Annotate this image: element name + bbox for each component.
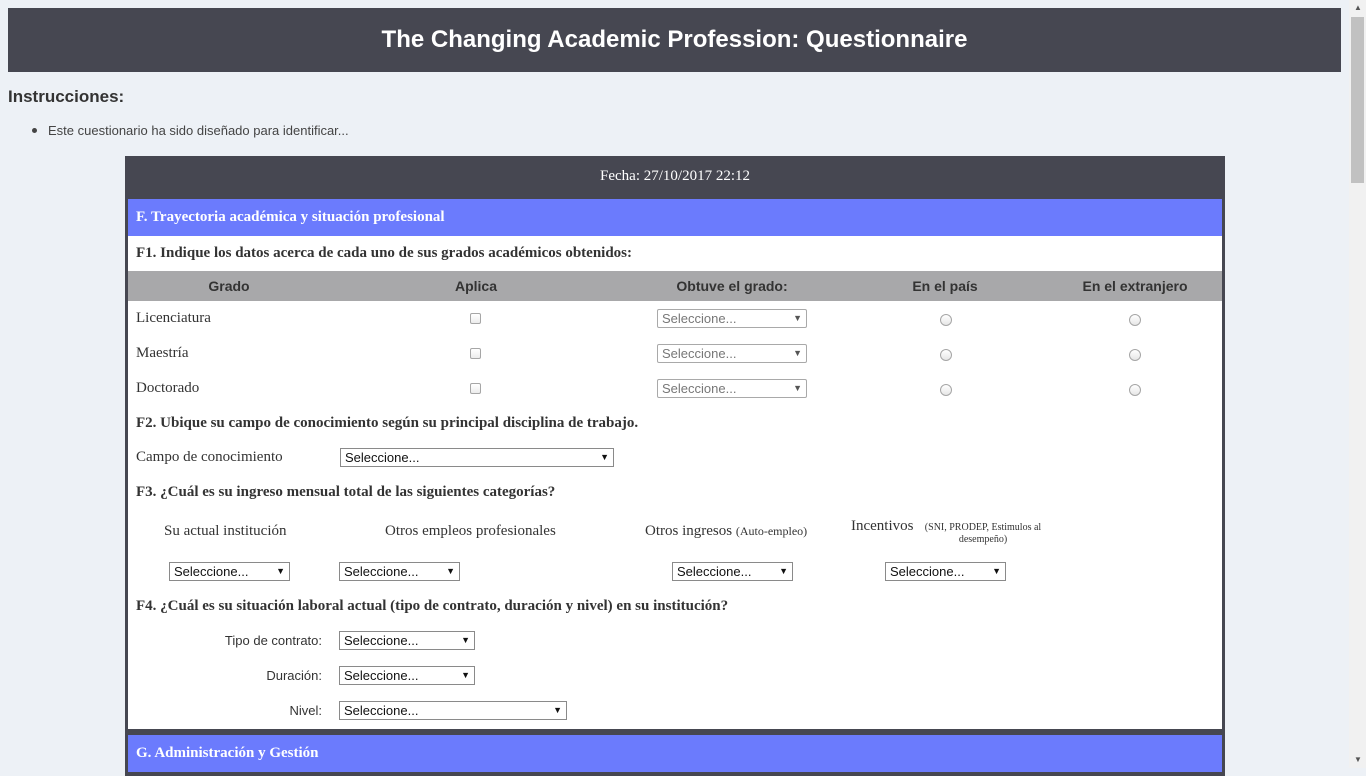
page-header: The Changing Academic Profession: Questi… [8, 8, 1341, 72]
f3-col-incentivos-note: (SNI, PRODEP, Estimulos al desempeño) [924, 522, 1042, 545]
chevron-down-icon: ▼ [461, 670, 470, 680]
chevron-down-icon: ▼ [461, 635, 470, 645]
question-f2: F2. Ubique su campo de conocimiento segú… [136, 415, 639, 431]
instructions-title: Instrucciones: [8, 87, 125, 106]
instructions-list: Este cuestionario ha sido diseñado para … [32, 123, 349, 138]
col-extranjero: En el extranjero [1082, 278, 1188, 294]
campo-label: Campo de conocimiento [136, 449, 283, 465]
scroll-up-icon[interactable]: ▲ [1354, 3, 1362, 12]
campo-select[interactable]: Seleccione... ▼ [340, 448, 614, 467]
obtuve-select-maestria[interactable]: Seleccione... ▼ [657, 344, 807, 363]
row-label-licenciatura: Licenciatura [136, 310, 211, 326]
form-date: Fecha: 27/10/2017 22:12 [600, 167, 750, 184]
section-f-header: F. Trayectoria académica y situación pro… [128, 199, 1222, 236]
pais-radio-licenciatura[interactable] [940, 314, 952, 326]
nivel-select[interactable]: Seleccione... ▼ [339, 701, 567, 720]
col-pais: En el país [912, 278, 978, 294]
col-obtuve: Obtuve el grado: [676, 278, 788, 294]
section-g-header: G. Administración y Gestión [128, 735, 1222, 772]
aplica-checkbox-licenciatura[interactable] [470, 313, 481, 324]
obtuve-select-licenciatura[interactable]: Seleccione... ▼ [657, 309, 807, 328]
question-f3: F3. ¿Cuál es su ingreso mensual total de… [136, 484, 556, 500]
pais-radio-maestria[interactable] [940, 349, 952, 361]
chevron-down-icon: ▼ [793, 313, 802, 323]
col-aplica: Aplica [454, 278, 498, 294]
chevron-down-icon: ▼ [793, 348, 802, 358]
aplica-checkbox-maestria[interactable] [470, 348, 481, 359]
pais-radio-doctorado[interactable] [940, 384, 952, 396]
questionnaire-form: Fecha: 27/10/2017 22:12 F. Trayectoria a… [125, 156, 1225, 776]
question-f4: F4. ¿Cuál es su situación laboral actual… [136, 598, 729, 614]
question-f1: F1. Indique los datos acerca de cada uno… [136, 245, 633, 261]
page-title: The Changing Academic Profession: Questi… [381, 26, 968, 53]
chevron-down-icon: ▼ [446, 566, 455, 576]
chevron-down-icon: ▼ [276, 566, 285, 576]
f1-table-header: Grado Aplica Obtuve el grado: En el país… [128, 271, 1222, 301]
scrollbar-thumb[interactable] [1351, 17, 1364, 183]
duracion-select[interactable]: Seleccione... ▼ [339, 666, 475, 685]
f3-col-incentivos: Incentivos [851, 518, 914, 534]
chevron-down-icon: ▼ [793, 383, 802, 393]
f3-col-institucion: Su actual institución [164, 523, 287, 539]
duracion-label: Duración: [266, 668, 322, 683]
chevron-down-icon: ▼ [992, 566, 1001, 576]
instruction-item: Este cuestionario ha sido diseñado para … [32, 123, 349, 138]
f3-select-otros-empleos[interactable]: Seleccione... ▼ [339, 562, 460, 581]
aplica-checkbox-doctorado[interactable] [470, 383, 481, 394]
f3-select-incentivos[interactable]: Seleccione... ▼ [885, 562, 1006, 581]
extranjero-radio-licenciatura[interactable] [1129, 314, 1141, 326]
f3-col-otros-empleos: Otros empleos profesionales [385, 523, 556, 539]
row-label-maestria: Maestría [136, 345, 189, 361]
nivel-label: Nivel: [289, 703, 322, 718]
extranjero-radio-maestria[interactable] [1129, 349, 1141, 361]
scroll-down-icon[interactable]: ▼ [1354, 755, 1362, 764]
row-label-doctorado: Doctorado [136, 380, 200, 396]
tipo-contrato-select[interactable]: Seleccione... ▼ [339, 631, 475, 650]
section-f-body: F. Trayectoria académica y situación pro… [128, 199, 1222, 729]
col-grado: Grado [208, 278, 250, 294]
f3-select-otros-ingresos[interactable]: Seleccione... ▼ [672, 562, 793, 581]
f3-select-institucion[interactable]: Seleccione... ▼ [169, 562, 290, 581]
chevron-down-icon: ▼ [600, 452, 609, 462]
tipo-contrato-label: Tipo de contrato: [224, 633, 322, 648]
chevron-down-icon: ▼ [553, 705, 562, 715]
obtuve-select-doctorado[interactable]: Seleccione... ▼ [657, 379, 807, 398]
extranjero-radio-doctorado[interactable] [1129, 384, 1141, 396]
chevron-down-icon: ▼ [779, 566, 788, 576]
f3-col-otros-ingresos: Otros ingresos (Auto-empleo) [645, 523, 808, 539]
